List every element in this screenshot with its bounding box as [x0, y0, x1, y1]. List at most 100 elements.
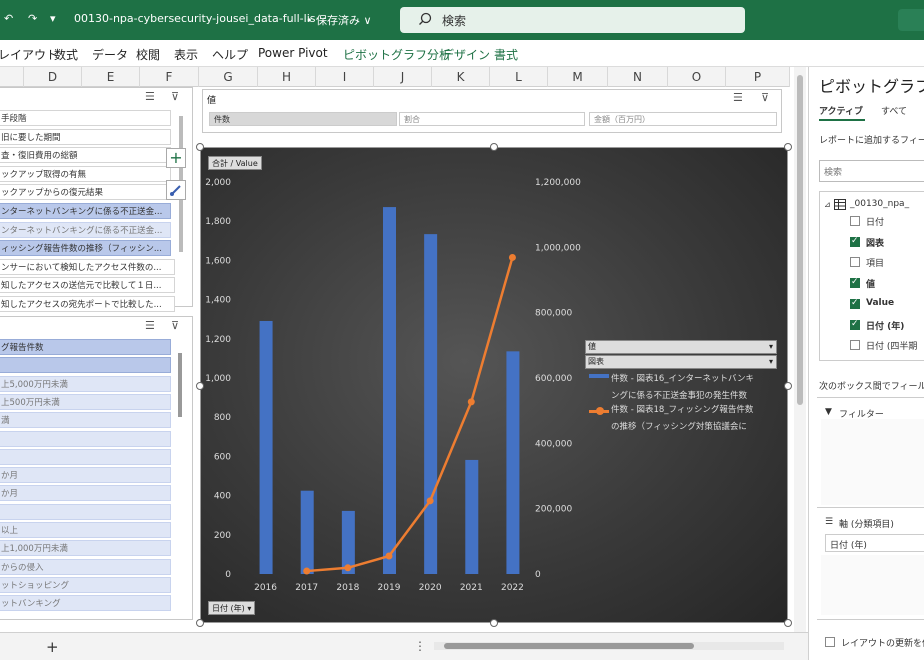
chart-styles-brush-icon[interactable]: [166, 180, 186, 200]
field-checkbox[interactable]: [850, 298, 860, 309]
column-header[interactable]: I: [316, 67, 374, 87]
undo-icon[interactable]: ↶: [4, 12, 13, 25]
slicer-item[interactable]: 上1,000万円未満: [0, 540, 171, 557]
slicer-item[interactable]: 上500万円未満: [0, 393, 171, 410]
scroll-thumb[interactable]: [797, 75, 803, 405]
legend-field-button-2[interactable]: 図表 ▾: [585, 355, 777, 369]
value-button-amount[interactable]: 金額（百万円）: [589, 112, 777, 126]
line-point[interactable]: [426, 497, 434, 505]
slicer-item[interactable]: [0, 430, 171, 447]
more-options-icon[interactable]: ⋮: [414, 639, 426, 653]
slicer-item[interactable]: ックアップ取得の有無: [0, 165, 171, 182]
slicer-item[interactable]: 知したアクセスの宛先ポートで比較した...: [0, 296, 175, 312]
value-button-count[interactable]: 件数: [209, 112, 397, 126]
clear-filter-icon[interactable]: ⊽: [761, 91, 769, 104]
slicer-item[interactable]: 以上: [0, 522, 171, 538]
file-name[interactable]: 00130-npa-cybersecurity-jousei_data-full…: [74, 12, 326, 25]
slicer-item[interactable]: [0, 503, 171, 520]
slicer-item[interactable]: 知したアクセスの送信元で比較して１日...: [0, 277, 175, 294]
axis-field-item[interactable]: 日付 (年): [825, 534, 924, 552]
multi-select-icon[interactable]: ☰: [733, 91, 743, 104]
slicer-item[interactable]: ンターネットバンキングに係る不正送金...: [0, 203, 171, 219]
resize-handle[interactable]: [196, 143, 204, 151]
slicer-item[interactable]: 手段階: [0, 110, 171, 126]
line-point[interactable]: [385, 552, 393, 560]
line-point[interactable]: [303, 567, 311, 575]
column-header[interactable]: L: [490, 67, 548, 87]
tab-data[interactable]: データ: [92, 46, 128, 63]
defer-update-checkbox[interactable]: [825, 637, 835, 647]
slicer-item[interactable]: 査・復旧費用の総額: [0, 147, 171, 164]
slicer-item[interactable]: ットバンキング: [0, 595, 171, 612]
slicer-item[interactable]: [0, 448, 171, 465]
slicer-item[interactable]: ンサーにおいて検知したアクセス件数の...: [0, 258, 175, 275]
add-chart-element-icon[interactable]: +: [166, 148, 186, 168]
pivot-chart[interactable]: 0 200 400 600 800 1,000 1,200 1,400 1,600 1,800 2,…: [196, 143, 792, 627]
bar[interactable]: [383, 207, 396, 574]
column-header[interactable]: F: [140, 67, 199, 87]
horizontal-scrollbar[interactable]: [434, 642, 784, 650]
column-header[interactable]: M: [548, 67, 608, 87]
bar[interactable]: [259, 320, 273, 574]
account-avatar[interactable]: [898, 9, 924, 31]
axis-drop-area[interactable]: [821, 555, 924, 615]
resize-handle[interactable]: [490, 619, 498, 627]
column-header[interactable]: D: [24, 67, 82, 87]
resize-handle[interactable]: [784, 619, 792, 627]
tab-all[interactable]: すべて: [881, 104, 907, 117]
clear-filter-icon[interactable]: ⊽: [171, 90, 179, 103]
slicer-item[interactable]: ックアップからの復元結果: [0, 184, 171, 201]
line-point[interactable]: [508, 253, 516, 261]
column-header[interactable]: E: [82, 67, 140, 87]
tab-view[interactable]: 表示: [174, 46, 198, 63]
slicer-item[interactable]: ィッシング報告件数の推移（フィッシン...: [0, 240, 171, 257]
clear-filter-icon[interactable]: ⊽: [171, 319, 179, 332]
field-checkbox[interactable]: [850, 257, 860, 268]
field-checkbox[interactable]: [850, 277, 860, 289]
slicer-item[interactable]: ットショッピング: [0, 576, 171, 593]
slicer-item[interactable]: 満: [0, 412, 171, 429]
slicer-item[interactable]: からの侵入: [0, 558, 171, 575]
slicer-item[interactable]: か月: [0, 485, 171, 502]
column-header[interactable]: G: [199, 67, 258, 87]
tab-review[interactable]: 校閲: [136, 46, 160, 63]
line-point[interactable]: [344, 564, 352, 572]
resize-handle[interactable]: [490, 143, 498, 151]
bar[interactable]: [465, 459, 479, 574]
column-header[interactable]: K: [432, 67, 490, 87]
slicer-item[interactable]: グ報告件数: [0, 339, 171, 355]
tab-active[interactable]: アクティブ: [819, 104, 863, 117]
legend-field-button[interactable]: 値 ▾: [585, 340, 777, 354]
field-checkbox[interactable]: [850, 216, 860, 226]
column-header[interactable]: N: [608, 67, 668, 87]
bar[interactable]: [506, 351, 520, 574]
field-checkbox[interactable]: [850, 236, 860, 247]
column-header[interactable]: P: [726, 67, 790, 87]
redo-icon[interactable]: ↷: [28, 12, 37, 25]
resize-handle[interactable]: [196, 382, 204, 390]
filters-drop-area[interactable]: [821, 419, 924, 505]
value-field-button[interactable]: 合計 / Value: [208, 156, 262, 170]
bar[interactable]: [424, 234, 438, 575]
slicer-item[interactable]: ンターネットバンキングに係る不正送金...: [0, 221, 171, 238]
field-checkbox[interactable]: [850, 340, 860, 351]
column-header[interactable]: O: [668, 67, 726, 87]
line-point[interactable]: [467, 398, 475, 406]
bar[interactable]: [300, 490, 314, 574]
search-box[interactable]: 検索: [400, 7, 745, 33]
add-sheet-button[interactable]: +: [46, 638, 59, 656]
tab-pivotchart-analyze[interactable]: ピボットグラフ分析: [343, 46, 451, 63]
tab-format[interactable]: 書式: [494, 46, 518, 63]
axis-field-button[interactable]: 日付 (年) ▾: [208, 601, 256, 615]
field-search-input[interactable]: 検索: [819, 160, 924, 182]
tab-formulas[interactable]: 数式: [54, 46, 78, 63]
resize-handle[interactable]: [784, 143, 792, 151]
column-header[interactable]: H: [258, 67, 316, 87]
quick-access-more-icon[interactable]: ▾: [50, 12, 56, 25]
multi-select-icon[interactable]: ☰: [145, 319, 155, 332]
vertical-scrollbar[interactable]: [794, 67, 806, 632]
field-checkbox[interactable]: [850, 319, 860, 330]
slicer-item[interactable]: 旧に要した期間: [0, 128, 171, 145]
save-status[interactable]: • 保存済み ∨: [306, 12, 372, 28]
tab-layout[interactable]: レイアウト: [0, 46, 58, 63]
